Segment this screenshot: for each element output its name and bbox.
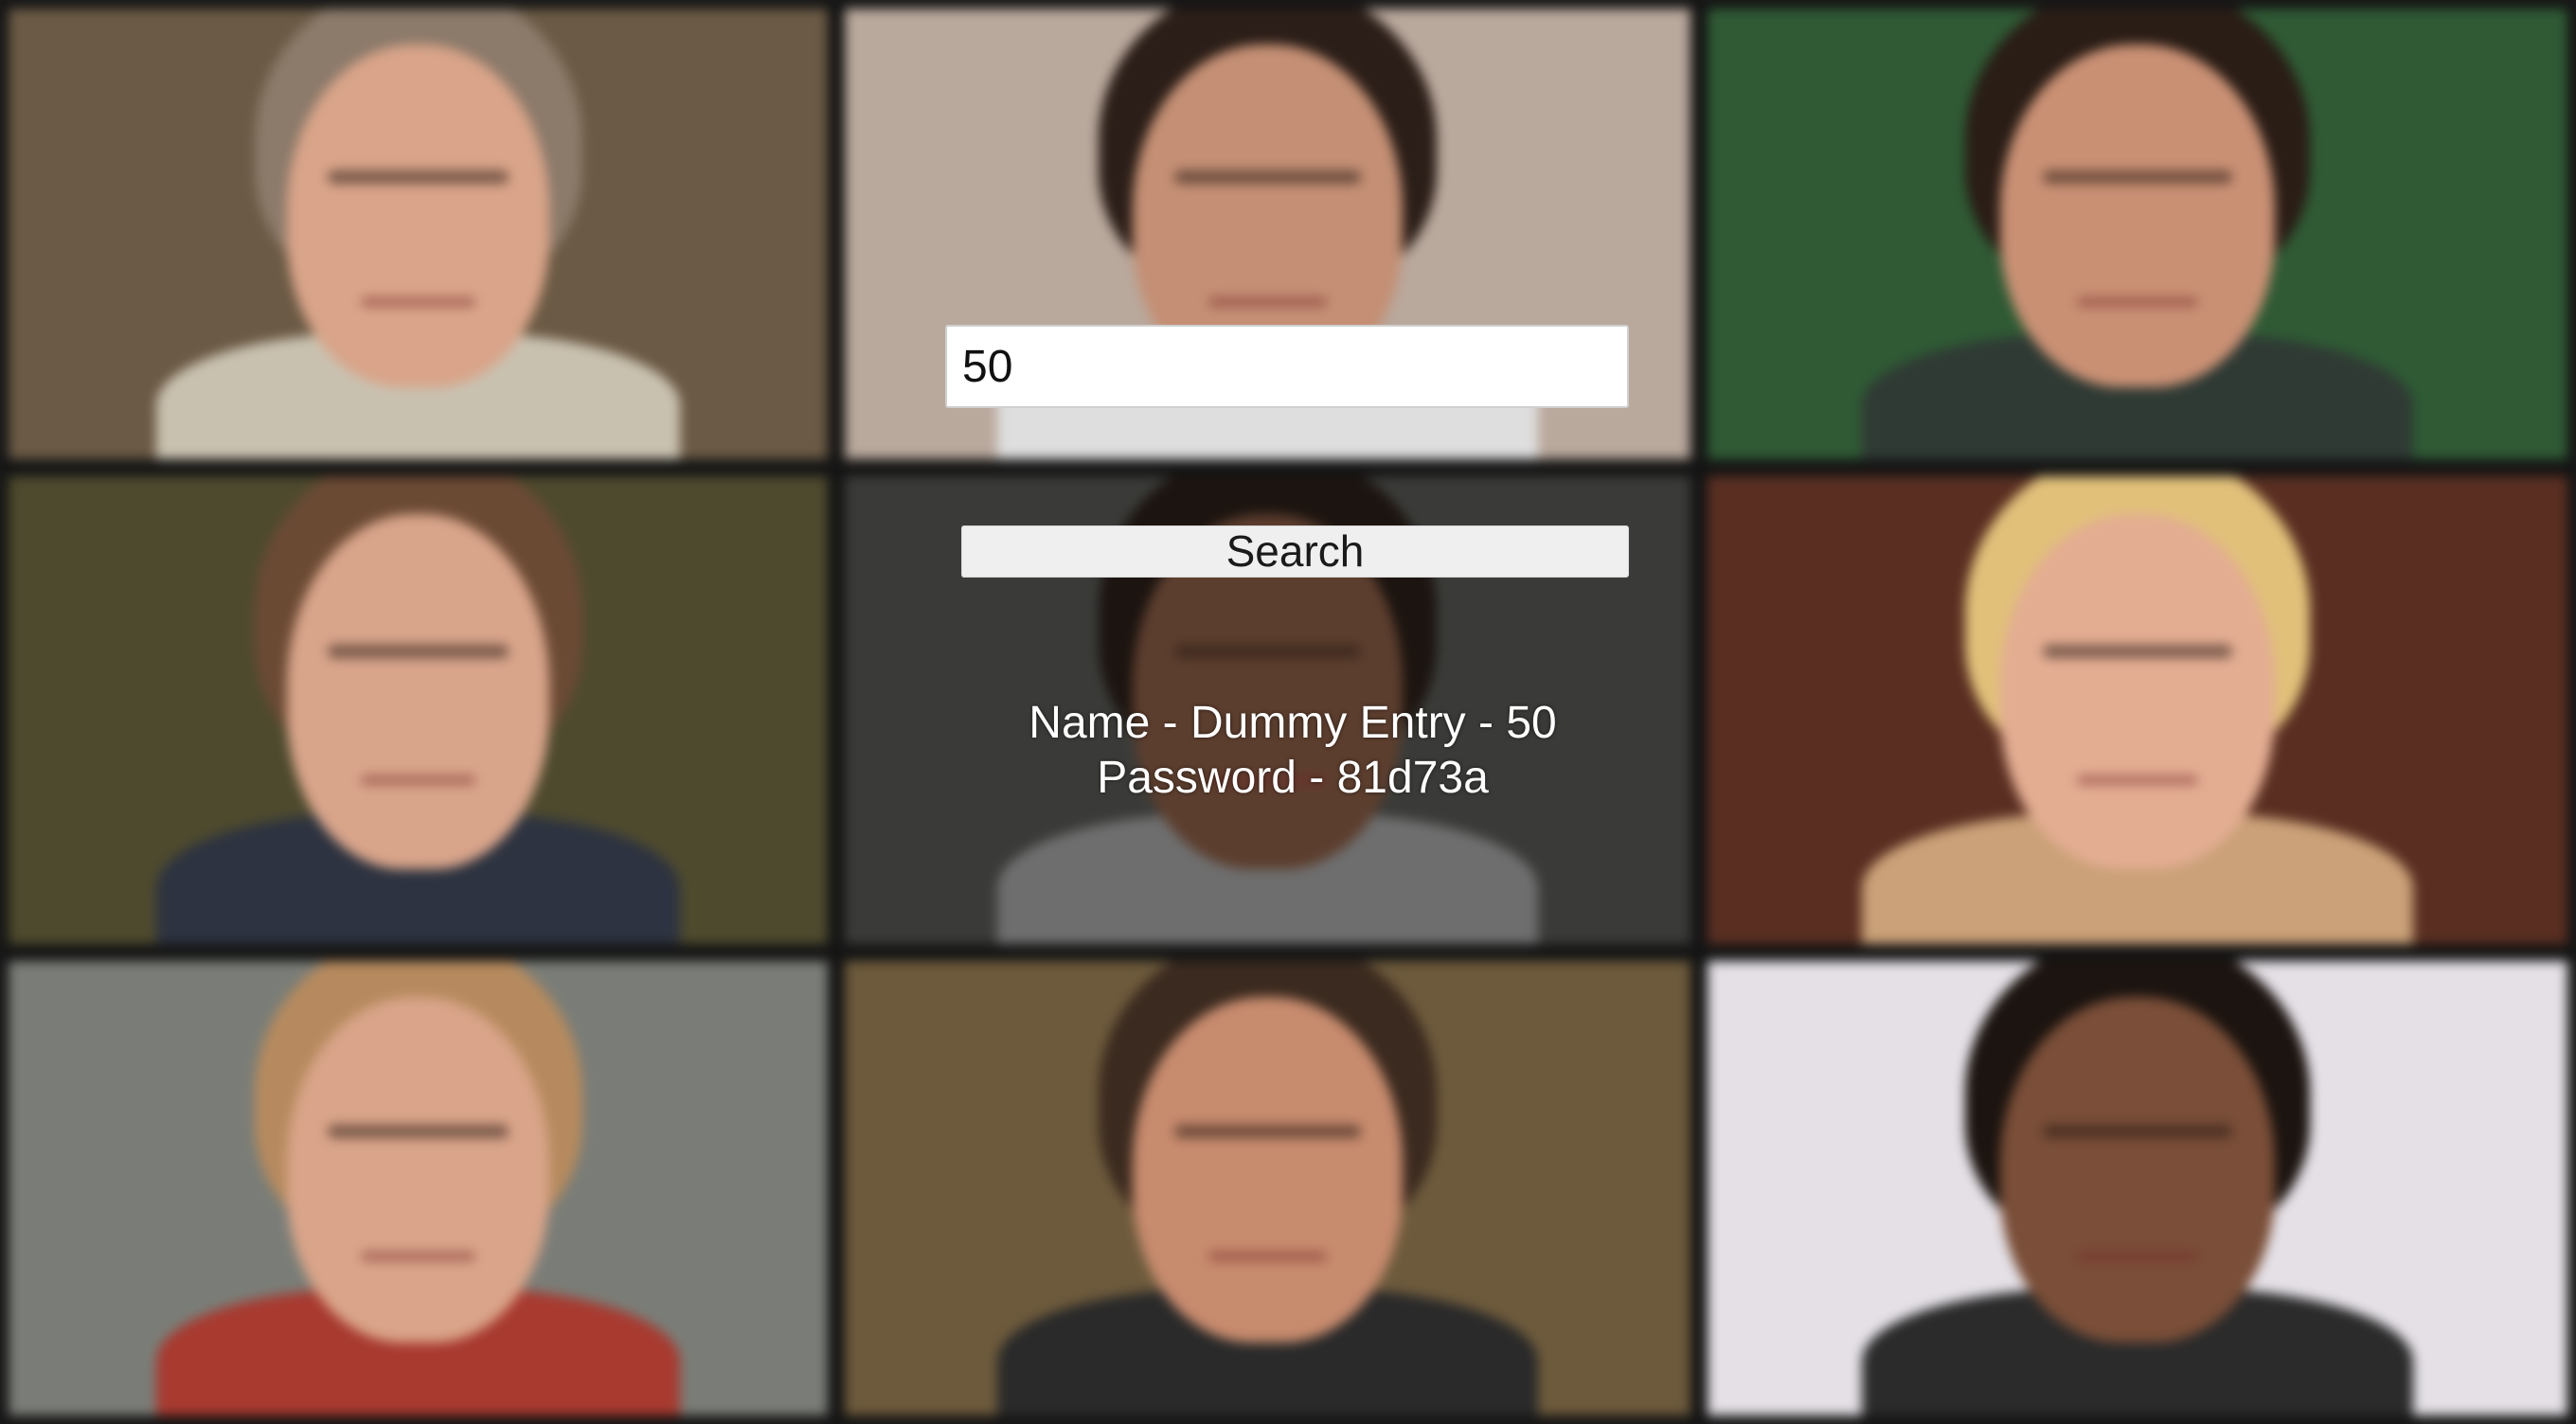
search-input[interactable]: [945, 325, 1629, 408]
search-button[interactable]: Search: [961, 525, 1629, 578]
result-password-line: Password - 81d73a: [1097, 753, 1489, 803]
search-overlay: Search Name - Dummy Entry - 50 Password …: [0, 0, 2576, 1424]
result-name-line: Name - Dummy Entry - 50: [1029, 698, 1557, 748]
search-result: Name - Dummy Entry - 50 Password - 81d73…: [909, 696, 1676, 806]
app-stage: Search Name - Dummy Entry - 50 Password …: [0, 0, 2576, 1424]
